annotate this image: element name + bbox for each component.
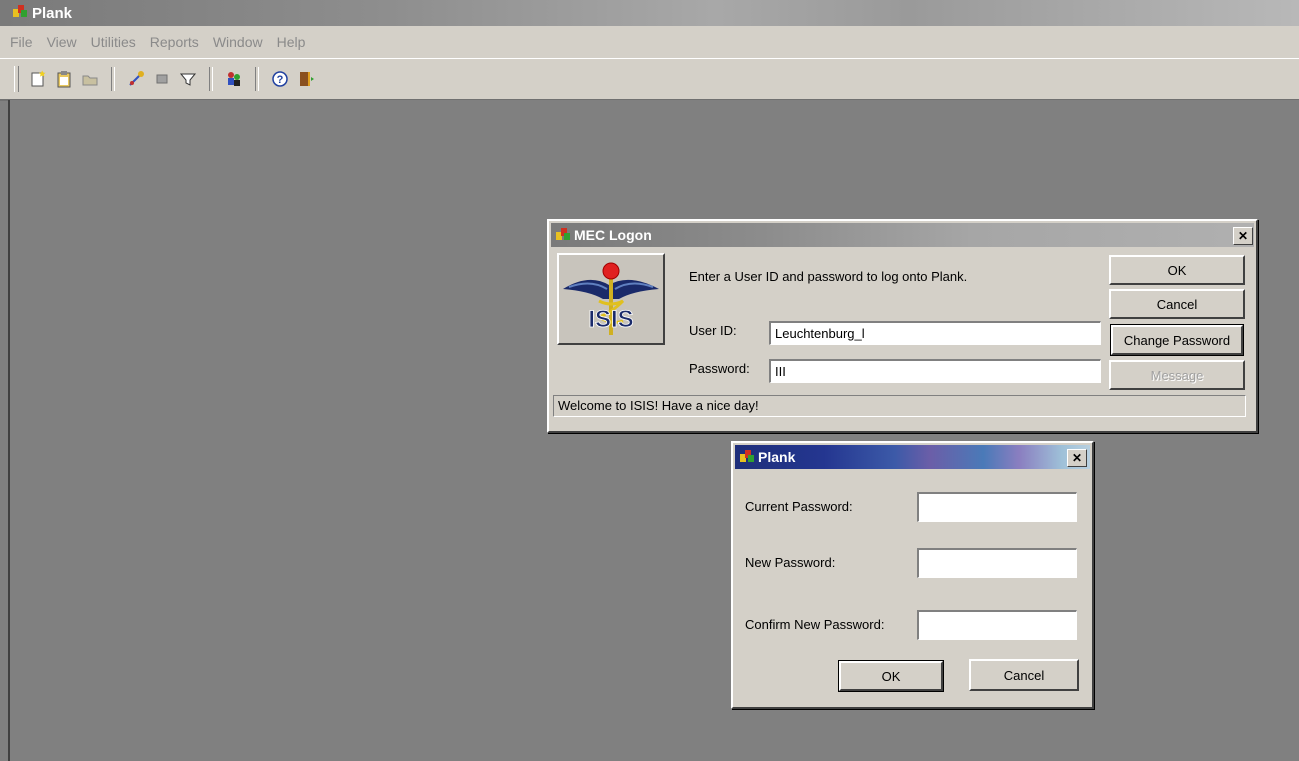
help-icon[interactable]: ? xyxy=(268,67,292,91)
current-password-field[interactable] xyxy=(917,492,1077,522)
change-password-cancel-button[interactable]: Cancel xyxy=(969,659,1079,691)
exit-door-icon[interactable] xyxy=(294,67,318,91)
toolbar-grip[interactable] xyxy=(14,66,19,92)
status-bar: Welcome to ISIS! Have a nice day! xyxy=(553,395,1246,417)
menu-bar: File View Utilities Reports Window Help xyxy=(0,26,1299,59)
app-title-bar: Plank xyxy=(0,0,1299,26)
logon-dialog-title-bar[interactable]: MEC Logon xyxy=(551,223,1254,247)
connect-icon[interactable] xyxy=(124,67,148,91)
clipboard-icon[interactable] xyxy=(52,67,76,91)
app-logo-icon xyxy=(555,226,571,245)
password-field[interactable] xyxy=(769,359,1101,383)
app-logo-icon xyxy=(12,3,28,23)
menu-window[interactable]: Window xyxy=(213,34,263,50)
logo-text: ISIS xyxy=(588,306,633,333)
app-title: Plank xyxy=(32,4,73,22)
new-password-field[interactable] xyxy=(917,548,1077,578)
logon-instruction: Enter a User ID and password to log onto… xyxy=(689,269,968,284)
record-icon[interactable] xyxy=(150,67,174,91)
menu-reports[interactable]: Reports xyxy=(150,34,199,50)
new-document-icon[interactable] xyxy=(26,67,50,91)
svg-text:?: ? xyxy=(277,74,284,86)
change-password-ok-button[interactable]: OK xyxy=(838,660,944,692)
logon-dialog-title: MEC Logon xyxy=(574,227,652,243)
close-icon[interactable]: ✕ xyxy=(1067,449,1087,467)
toolbar: ? xyxy=(0,58,1299,101)
change-password-title-bar[interactable]: Plank xyxy=(735,445,1090,469)
folder-icon[interactable] xyxy=(78,67,102,91)
menu-help[interactable]: Help xyxy=(277,34,306,50)
menu-utilities[interactable]: Utilities xyxy=(91,34,136,50)
toolbar-separator xyxy=(111,67,115,91)
confirm-password-label: Confirm New Password: xyxy=(745,617,885,632)
app-logo-icon xyxy=(739,448,755,467)
user-id-field[interactable] xyxy=(769,321,1101,345)
confirm-password-field[interactable] xyxy=(917,610,1077,640)
toolbar-separator xyxy=(255,67,259,91)
logon-cancel-button[interactable]: Cancel xyxy=(1109,289,1245,319)
menu-view[interactable]: View xyxy=(47,34,77,50)
current-password-label: Current Password: xyxy=(745,499,853,514)
close-icon[interactable]: ✕ xyxy=(1233,227,1253,245)
toolbar-separator xyxy=(209,67,213,91)
change-password-button[interactable]: Change Password xyxy=(1110,324,1244,356)
new-password-label: New Password: xyxy=(745,555,836,570)
change-password-title: Plank xyxy=(758,449,796,465)
logon-ok-button[interactable]: OK xyxy=(1109,255,1245,285)
change-password-dialog: Plank ✕ Current Password: New Password: … xyxy=(731,441,1094,709)
message-button[interactable]: Message xyxy=(1109,360,1245,390)
user-id-label: User ID: xyxy=(689,323,737,338)
menu-file[interactable]: File xyxy=(10,34,33,50)
filter-icon[interactable] xyxy=(176,67,200,91)
logon-dialog: MEC Logon ✕ ISIS Enter a User ID and pas… xyxy=(547,219,1258,433)
password-label: Password: xyxy=(689,361,750,376)
isis-logo: ISIS xyxy=(557,253,665,345)
people-icon[interactable] xyxy=(222,67,246,91)
